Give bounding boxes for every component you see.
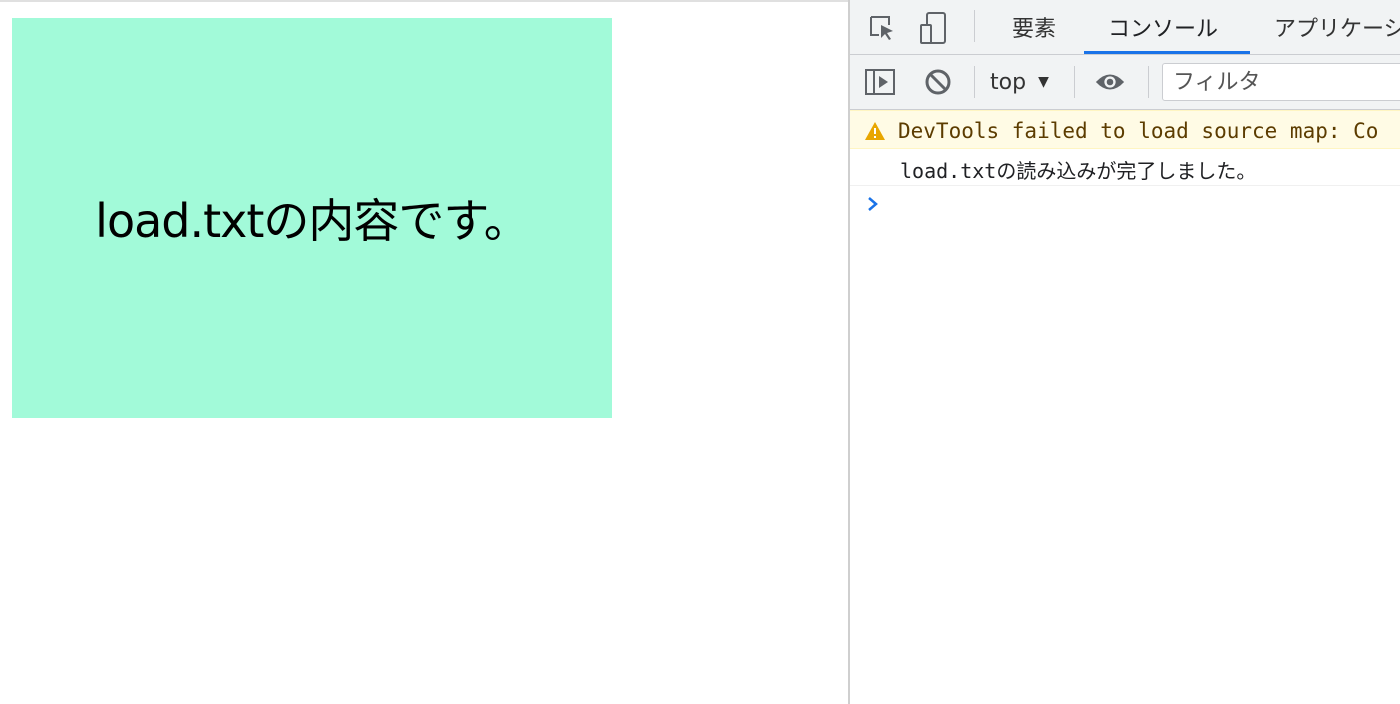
inspect-element-icon[interactable] <box>866 12 898 44</box>
toolbar-separator <box>1074 66 1075 98</box>
console-log-message: load.txtの読み込みが完了しました。 <box>850 149 1400 186</box>
console-prompt[interactable] <box>850 190 1400 224</box>
toolbar-separator <box>1148 66 1149 98</box>
tab-elements[interactable]: 要素 <box>1012 0 1056 54</box>
page-viewport: load.txtの内容です。 <box>0 2 848 704</box>
tab-application[interactable]: アプリケーシ <box>1274 0 1400 54</box>
log-text: load.txtの読み込みが完了しました。 <box>900 159 1257 183</box>
clear-console-icon[interactable] <box>922 66 954 98</box>
context-selector-value: top <box>990 69 1027 95</box>
active-tab-indicator <box>1084 51 1250 54</box>
console-toolbar: top ▼ <box>850 55 1400 110</box>
loaded-content-text: load.txtの内容です。 <box>95 194 530 248</box>
warning-text: DevTools failed to load source map: Co <box>898 119 1379 143</box>
context-selector[interactable]: top ▼ <box>990 65 1049 99</box>
devtools-tabbar: 要素 コンソール アプリケーシ <box>850 0 1400 55</box>
sidebar-toggle-icon[interactable] <box>864 66 896 98</box>
live-expression-eye-icon[interactable] <box>1094 66 1126 98</box>
loaded-content-box: load.txtの内容です。 <box>12 18 612 418</box>
triangle-down-icon: ▼ <box>1038 74 1049 90</box>
device-toggle-icon[interactable] <box>918 12 950 44</box>
warning-icon <box>864 121 886 145</box>
console-filter-input[interactable] <box>1162 63 1400 101</box>
toolbar-separator <box>974 66 975 98</box>
devtools-panel: 要素 コンソール アプリケーシ top ▼ フィルタ DevTools fail… <box>850 0 1400 704</box>
prompt-chevron-icon <box>866 194 880 218</box>
tab-console[interactable]: コンソール <box>1108 0 1218 54</box>
console-warning-message: DevTools failed to load source map: Co <box>850 110 1400 149</box>
tabbar-separator <box>974 10 975 42</box>
